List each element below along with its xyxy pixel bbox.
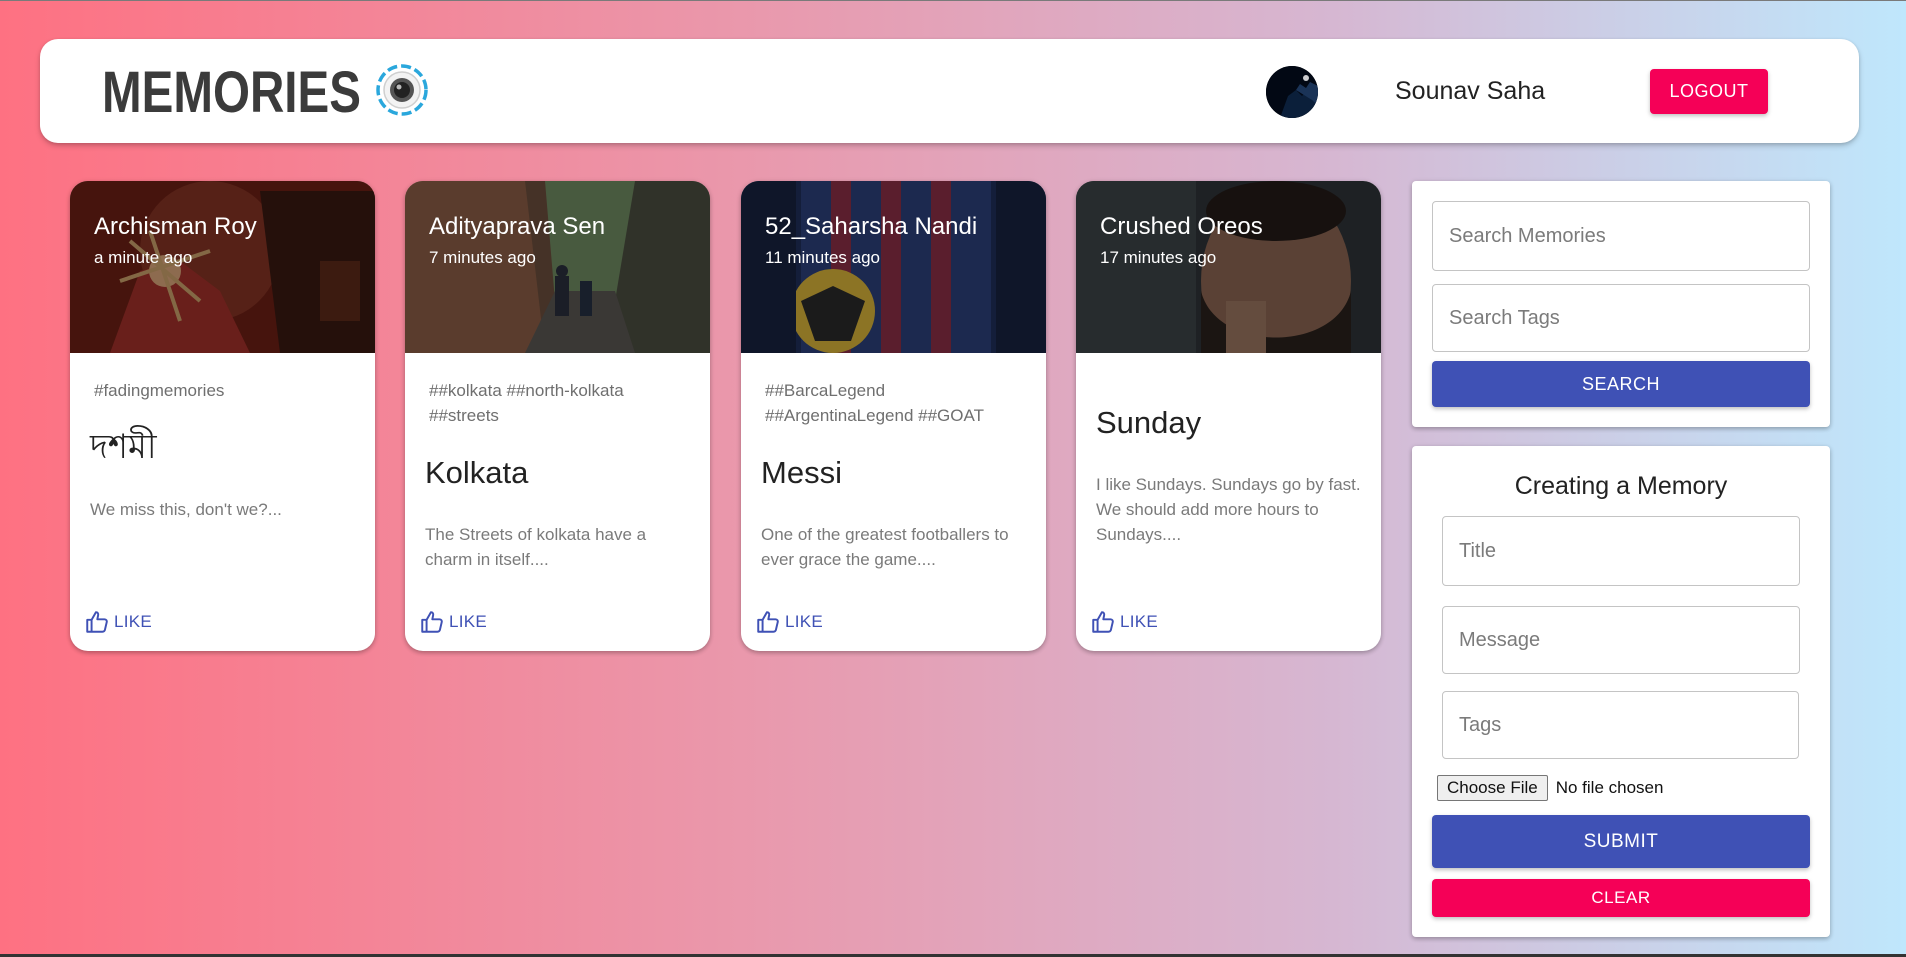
post-card: 52_Saharsha Nandi 11 minutes ago ##Barca… — [741, 181, 1046, 651]
post-message: The Streets of kolkata have a charm in i… — [425, 525, 647, 569]
post-tags: #fadingmemories — [94, 381, 225, 400]
clear-button[interactable]: CLEAR — [1432, 879, 1810, 917]
thumb-up-icon — [757, 611, 779, 633]
post-title: দশমী — [90, 427, 157, 467]
post-message: We miss this, don't we?... — [90, 500, 282, 519]
post-time: a minute ago — [94, 248, 193, 267]
thumb-up-icon — [86, 611, 108, 633]
camera-lens-icon — [376, 64, 428, 116]
submit-button[interactable]: SUBMIT — [1432, 815, 1810, 868]
post-creator: Adityaprava Sen — [429, 213, 606, 240]
like-button[interactable]: LIKE — [84, 609, 152, 635]
post-creator: 52_Saharsha Nandi — [765, 213, 978, 240]
like-label: LIKE — [785, 612, 824, 631]
post-title: Kolkata — [425, 455, 529, 490]
like-button[interactable]: LIKE — [755, 609, 823, 635]
post-creator: Crushed Oreos — [1100, 213, 1263, 240]
tags-input[interactable] — [1442, 691, 1799, 759]
user-name: Sounav Saha — [1395, 77, 1546, 105]
post-time: 17 minutes ago — [1100, 248, 1217, 267]
like-button[interactable]: LIKE — [1090, 609, 1158, 635]
search-panel: SEARCH — [1412, 181, 1830, 427]
search-button[interactable]: SEARCH — [1432, 361, 1810, 407]
post-tags: ##kolkata ##north-kolkata ##streets — [429, 381, 624, 425]
window-top-edge — [0, 0, 1906, 1]
brand-heading[interactable]: MEMORIES — [102, 61, 361, 125]
post-title: Sunday — [1096, 405, 1202, 440]
post-tags: ##BarcaLegend ##ArgentinaLegend ##GOAT — [765, 381, 984, 425]
post-message: I like Sundays. Sundays go by fast. We s… — [1096, 475, 1361, 544]
like-label: LIKE — [114, 612, 153, 631]
create-memory-form: Creating a Memory Choose File No file ch… — [1412, 446, 1830, 937]
like-label: LIKE — [449, 612, 488, 631]
message-input[interactable] — [1442, 606, 1800, 674]
post-time: 7 minutes ago — [429, 248, 536, 267]
post-card: Archisman Roy a minute ago #fadingmemori… — [70, 181, 375, 651]
form-heading: Creating a Memory — [1514, 472, 1728, 500]
thumb-up-icon — [421, 611, 443, 633]
search-tags-input[interactable] — [1432, 284, 1810, 352]
file-status: No file chosen — [1555, 778, 1664, 797]
post-card: Adityaprava Sen 7 minutes ago ##kolkata … — [405, 181, 710, 651]
title-input[interactable] — [1442, 516, 1800, 586]
file-upload: Choose File No file chosen — [1437, 775, 1663, 801]
post-time: 11 minutes ago — [765, 248, 880, 267]
post-title: Messi — [761, 455, 842, 490]
thumb-up-icon — [1092, 611, 1114, 633]
search-memories-input[interactable] — [1432, 201, 1810, 271]
post-card: Crushed Oreos 17 minutes ago Sunday I li… — [1076, 181, 1381, 651]
like-button[interactable]: LIKE — [419, 609, 487, 635]
choose-file-button[interactable]: Choose File — [1437, 775, 1548, 801]
app-bar: MEMORIES Sounav Saha LOGOUT — [40, 39, 1859, 143]
post-creator: Archisman Roy — [94, 213, 257, 240]
post-message: One of the greatest footballers to ever … — [761, 525, 1009, 569]
user-avatar[interactable] — [1266, 66, 1318, 118]
logout-button[interactable]: LOGOUT — [1650, 69, 1768, 114]
like-label: LIKE — [1120, 612, 1159, 631]
